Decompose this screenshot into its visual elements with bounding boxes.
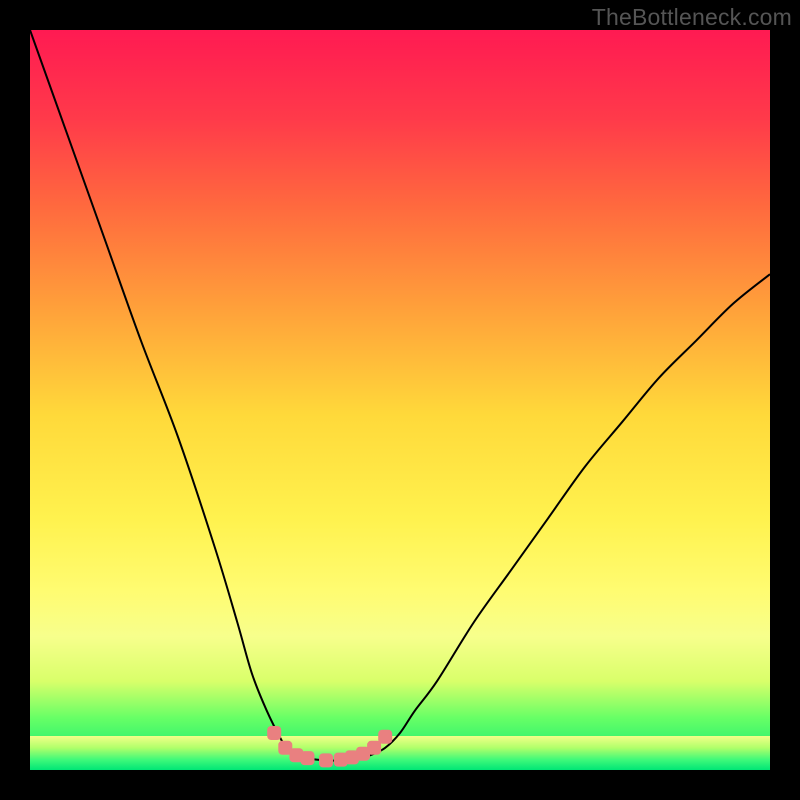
bottleneck-curve [30, 30, 770, 770]
watermark-text: TheBottleneck.com [592, 4, 792, 31]
chart-stage: TheBottleneck.com [0, 0, 800, 800]
